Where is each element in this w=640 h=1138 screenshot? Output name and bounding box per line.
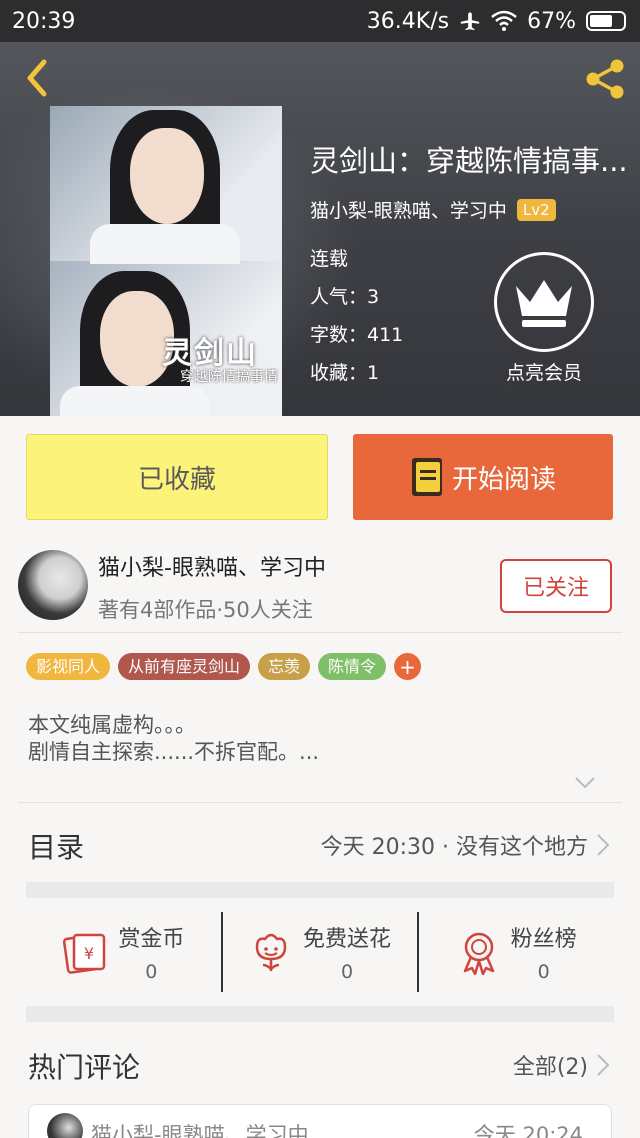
battery-icon (586, 11, 626, 31)
reward-coins-button[interactable]: ¥ 赏金币 0 (26, 912, 221, 992)
author-name[interactable]: 猫小梨-眼熟喵、学习中 (98, 550, 326, 582)
book-author[interactable]: 猫小梨-眼熟喵、学习中 (310, 196, 507, 223)
hot-comments-title: 热门评论 (28, 1051, 141, 1084)
tag-item[interactable]: 影视同人 (26, 653, 111, 680)
book-popularity: 人气：3 (310, 286, 380, 308)
network-speed: 36.4K/s (366, 8, 450, 34)
flower-icon (255, 933, 287, 971)
reward-coins-count: 0 (145, 961, 158, 983)
send-flower-button[interactable]: 免费送花 0 (220, 912, 418, 992)
status-indicators: 36.4K/s 67% (367, 9, 626, 34)
fans-ranking-label: 粉丝榜 (510, 927, 577, 952)
status-time: 20:39 (12, 8, 76, 34)
crown-icon (516, 280, 572, 327)
action-bar: ¥ 赏金币 0 免费送花 0 粉丝榜 0 (26, 912, 614, 992)
follow-button[interactable]: 已关注 (500, 559, 612, 613)
toc-latest-text: 今天 20:30 · 没有这个地方 (320, 835, 588, 860)
level-badge: Lv2 (516, 198, 556, 221)
book-header: 灵剑山 穿越陈情搞事情 灵剑山：穿越陈情搞事... 猫小梨-眼熟喵、学习中 Lv… (0, 42, 640, 416)
cover-subtitle-text: 穿越陈情搞事情 (180, 369, 278, 385)
add-tag-button[interactable]: + (394, 653, 422, 680)
tag-item[interactable]: 从前有座灵剑山 (118, 653, 251, 680)
back-arrow-icon[interactable] (18, 56, 54, 100)
fans-ranking-button[interactable]: 粉丝榜 0 (417, 912, 614, 992)
comment-time: 今天 20:24 (473, 1123, 583, 1138)
all-comments-label: 全部(2) (512, 1055, 588, 1080)
start-reading-label: 开始阅读 (451, 464, 556, 495)
cover-title-text: 灵剑山 (162, 336, 258, 371)
tag-list: 影视同人 从前有座灵剑山 忘羡 陈情令 + (26, 653, 422, 680)
collected-button[interactable]: 已收藏 (26, 434, 328, 520)
author-avatar[interactable] (18, 550, 88, 620)
tag-item[interactable]: 陈情令 (318, 653, 387, 680)
send-flower-label: 免费送花 (303, 927, 392, 952)
book-icon (411, 458, 442, 496)
section-separator (26, 882, 614, 898)
book-favorites: 收藏：1 (310, 362, 380, 384)
book-word-count: 字数：411 (310, 324, 404, 346)
book-cover[interactable]: 灵剑山 穿越陈情搞事情 (50, 106, 282, 416)
ribbon-medal-icon (463, 932, 494, 975)
reward-coins-label: 赏金币 (118, 927, 185, 952)
divider (18, 632, 622, 633)
toc-title[interactable]: 目录 (28, 826, 84, 866)
section-separator (26, 1006, 614, 1022)
chevron-down-icon[interactable] (574, 776, 596, 790)
fans-ranking-count: 0 (537, 961, 550, 983)
comment-item[interactable]: 猫小梨-眼熟喵、学习中 今天 20:24 (28, 1104, 612, 1138)
description-line: 本文纯属虚构。。。 (28, 713, 196, 737)
start-reading-button[interactable]: 开始阅读 (353, 434, 613, 520)
vip-label: 点亮会员 (505, 362, 582, 384)
comment-user: 猫小梨-眼熟喵、学习中 (91, 1123, 309, 1138)
wifi-icon (491, 10, 517, 31)
divider (18, 802, 622, 803)
book-description[interactable]: 本文纯属虚构。。。 剧情自主探索......不拆官配。... (28, 712, 319, 766)
chevron-right-icon (597, 834, 610, 856)
author-stats: 著有4部作品·50人关注 (98, 598, 313, 622)
svg-text:¥: ¥ (84, 944, 94, 963)
tag-item[interactable]: 忘羡 (258, 653, 311, 680)
book-title: 灵剑山：穿越陈情搞事... (310, 144, 628, 178)
send-flower-count: 0 (340, 961, 354, 983)
battery-percent: 67% (527, 8, 576, 34)
all-comments-link[interactable]: 全部(2) (513, 1049, 610, 1081)
comment-avatar[interactable] (47, 1113, 83, 1138)
vip-button[interactable]: 点亮会员 (492, 252, 596, 385)
share-icon[interactable] (582, 56, 628, 102)
status-bar: 20:39 36.4K/s 67% (0, 0, 640, 42)
toc-latest-chapter[interactable]: 今天 20:30 · 没有这个地方 (321, 829, 610, 861)
description-line: 剧情自主探索......不拆官配。... (28, 740, 320, 764)
airplane-icon (460, 12, 480, 31)
book-status: 连载 (310, 248, 349, 270)
book-author-line: 猫小梨-眼熟喵、学习中 Lv2 (310, 196, 556, 223)
chevron-right-icon (597, 1054, 610, 1076)
red-envelope-yen-icon: ¥ (63, 933, 106, 974)
